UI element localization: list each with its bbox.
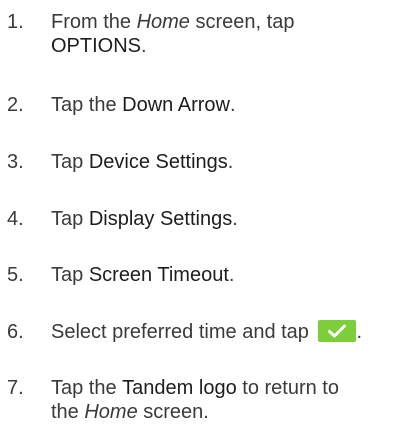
step-text: Tap the Down Arrow. (51, 93, 396, 117)
step-text: Tap Display Settings. (51, 207, 396, 231)
step-text-part: . (356, 321, 363, 343)
step-text-part: . (228, 264, 235, 286)
step-text-part: the (51, 401, 85, 423)
step-text-part: . (141, 35, 147, 57)
step-text-bold: Screen Timeout (88, 264, 229, 286)
step-text-part: to return to (236, 377, 339, 399)
step-text: Tap Screen Timeout. (51, 263, 396, 287)
step-text-part: . (227, 151, 234, 173)
step-text-part: Tap the (51, 94, 123, 116)
step-text-part: Tap (51, 151, 89, 173)
step-text-part: Select preferred time and tap (51, 321, 315, 343)
step-number: 4. (7, 208, 24, 230)
step-text-italic: Home (136, 11, 190, 33)
step-text-part: . (229, 94, 236, 116)
step-text-part: . (232, 208, 238, 230)
step-number: 7. (7, 377, 24, 399)
step-text-bold: Down Arrow (122, 94, 230, 116)
step-text-part: Tap (51, 208, 89, 230)
step-text-part: Tap (51, 264, 89, 286)
step-text-bold: OPTIONS (51, 35, 142, 57)
step-number: 6. (7, 321, 24, 343)
step-number: 1. (7, 11, 24, 33)
step-text-part: screen, tap (189, 11, 295, 33)
checkmark-button-icon (318, 319, 357, 342)
step-text: Tap the Tandem logo to return to the Hom… (51, 376, 396, 424)
step-text-italic: Home (84, 401, 138, 423)
step-text-part: screen. (137, 401, 209, 423)
step-number: 2. (7, 94, 24, 116)
step-text-bold: Display Settings (88, 208, 233, 230)
step-text-part: From the (51, 11, 137, 33)
step-number: 3. (7, 151, 24, 173)
step-number: 5. (7, 264, 24, 286)
step-text-bold: Tandem logo (122, 377, 237, 399)
step-text-part: Tap the (51, 377, 123, 399)
step-text: Select preferred time and tap . (51, 319, 396, 344)
step-text-bold: Device Settings (88, 151, 228, 173)
step-text: Tap Device Settings. (51, 150, 396, 174)
step-text: From the Home screen, tap OPTIONS. (51, 10, 396, 58)
